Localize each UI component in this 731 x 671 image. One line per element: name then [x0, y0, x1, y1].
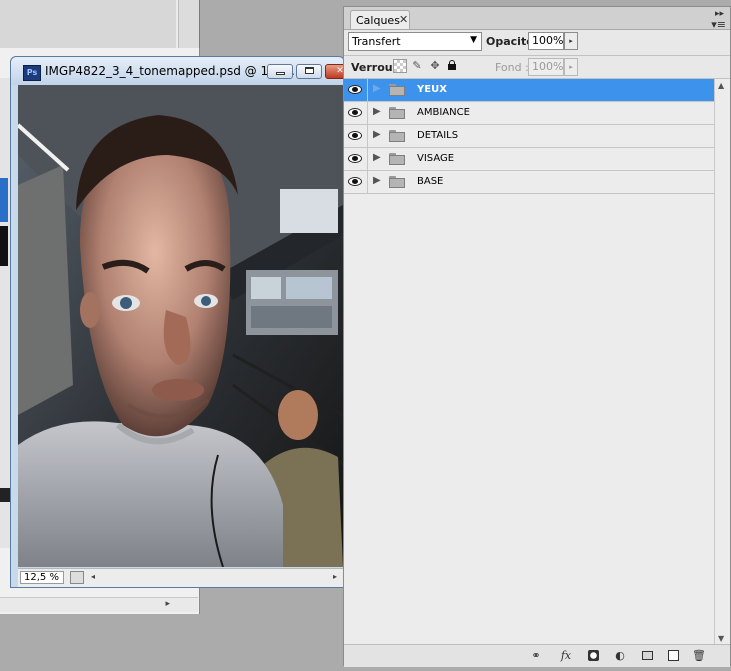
- layers-list: ▶ YEUX ▶ AMBIANCE ▶ DETAILS ▶ VISAGE ▶ B…: [344, 79, 714, 647]
- expand-triangle-icon[interactable]: ▶: [373, 83, 381, 94]
- visibility-toggle[interactable]: [344, 171, 368, 193]
- document-info-icon[interactable]: [70, 571, 84, 584]
- adjustment-layer-icon[interactable]: ◐: [612, 648, 628, 663]
- background-window-area: [0, 0, 176, 48]
- maximize-button[interactable]: [296, 64, 322, 79]
- layer-row-visage[interactable]: ▶ VISAGE: [344, 148, 714, 171]
- visibility-toggle[interactable]: [344, 148, 368, 170]
- expand-triangle-icon[interactable]: ▶: [373, 175, 381, 186]
- photo-portrait: [18, 85, 343, 567]
- scroll-up-arrow-icon[interactable]: ▲: [718, 81, 724, 90]
- eye-icon: [348, 85, 362, 94]
- background-window-scrollbar[interactable]: [178, 0, 199, 48]
- link-layers-icon[interactable]: ⚭: [528, 648, 544, 663]
- folder-icon: [389, 84, 405, 96]
- chevron-down-icon: ▼: [470, 35, 477, 45]
- visibility-toggle[interactable]: [344, 102, 368, 124]
- eye-icon: [348, 108, 362, 117]
- lock-all-padlock-icon[interactable]: [445, 59, 459, 73]
- scroll-left-arrow-icon[interactable]: ◂: [91, 572, 95, 581]
- trash-icon[interactable]: 🗑: [691, 648, 707, 663]
- layer-row-ambiance[interactable]: ▶ AMBIANCE: [344, 102, 714, 125]
- document-title: IMGP4822_3_4_tonemapped.psd @ 12,5...: [45, 64, 299, 78]
- layer-row-details[interactable]: ▶ DETAILS: [344, 125, 714, 148]
- layers-panel: Calques ✕ ▸▸ ▾≡ Transfert ▼ Opacité : 10…: [343, 6, 731, 667]
- minimize-icon: [275, 72, 285, 75]
- background-thumbnail: [0, 178, 8, 222]
- expand-triangle-icon[interactable]: ▶: [373, 152, 381, 163]
- expand-triangle-icon[interactable]: ▶: [373, 129, 381, 140]
- panel-menu-icon[interactable]: ▾≡: [711, 18, 726, 31]
- document-titlebar[interactable]: Ps IMGP4822_3_4_tonemapped.psd @ 12,5...…: [11, 57, 355, 85]
- photoshop-app-icon: Ps: [23, 65, 41, 81]
- blend-mode-value: Transfert: [352, 35, 401, 48]
- eye-icon: [348, 131, 362, 140]
- opacity-slider-button[interactable]: ▸: [564, 32, 578, 50]
- lock-transparency-icon[interactable]: [393, 59, 407, 73]
- restore-icon: [304, 67, 314, 74]
- tab-calques[interactable]: Calques ✕: [350, 10, 410, 29]
- new-group-folder-icon[interactable]: [639, 648, 655, 663]
- layer-name: YEUX: [417, 84, 447, 95]
- background-horizontal-scrollbar[interactable]: ▸: [0, 597, 198, 612]
- fill-label: Fond :: [495, 61, 529, 74]
- lock-pixels-brush-icon[interactable]: ✎: [410, 59, 424, 73]
- tab-calques-label: Calques: [356, 14, 400, 27]
- folder-icon: [389, 176, 405, 188]
- layer-style-fx-icon[interactable]: fx: [558, 648, 574, 663]
- zoom-level-field[interactable]: 12,5 %: [20, 571, 64, 584]
- visibility-toggle[interactable]: [344, 125, 368, 147]
- folder-icon: [389, 130, 405, 142]
- add-mask-icon[interactable]: [585, 648, 601, 663]
- background-window-top: [0, 0, 200, 48]
- visibility-toggle[interactable]: [344, 79, 368, 101]
- layer-name: BASE: [417, 176, 444, 187]
- expand-triangle-icon[interactable]: ▶: [373, 106, 381, 117]
- fill-field[interactable]: 100%: [528, 58, 564, 76]
- document-window: Ps IMGP4822_3_4_tonemapped.psd @ 12,5...…: [10, 56, 355, 588]
- layer-name: DETAILS: [417, 130, 459, 141]
- folder-icon: [389, 153, 405, 165]
- eye-icon: [348, 177, 362, 186]
- panel-header: Calques ✕ ▸▸ ▾≡: [344, 7, 730, 31]
- layer-row-base[interactable]: ▶ BASE: [344, 171, 714, 194]
- fill-slider-button[interactable]: ▸: [564, 58, 578, 76]
- scroll-right-arrow-icon[interactable]: ▸: [333, 572, 337, 581]
- background-thumbnail: [0, 226, 8, 266]
- eye-icon: [348, 154, 362, 163]
- folder-icon: [389, 107, 405, 119]
- tab-close-icon[interactable]: ✕: [399, 13, 408, 26]
- layer-name: AMBIANCE: [417, 107, 470, 118]
- scroll-down-arrow-icon[interactable]: ▼: [718, 634, 724, 643]
- divider: [344, 55, 730, 56]
- scroll-right-arrow-icon[interactable]: ▸: [165, 599, 170, 609]
- opacity-field[interactable]: 100%: [528, 32, 564, 50]
- document-statusbar: 12,5 % ◂ ▸: [18, 568, 343, 587]
- lock-position-move-icon[interactable]: ✥: [428, 59, 442, 73]
- layer-row-yeux[interactable]: ▶ YEUX: [344, 79, 714, 102]
- minimize-button[interactable]: [267, 64, 293, 79]
- panel-footer-toolbar: ⚭ fx ◐ 🗑: [344, 644, 730, 667]
- blend-mode-select[interactable]: Transfert ▼: [348, 32, 482, 51]
- layers-scrollbar[interactable]: ▲ ▼: [714, 79, 730, 647]
- layer-name: VISAGE: [417, 153, 455, 164]
- new-layer-icon[interactable]: [665, 648, 681, 663]
- image-canvas[interactable]: [18, 85, 343, 567]
